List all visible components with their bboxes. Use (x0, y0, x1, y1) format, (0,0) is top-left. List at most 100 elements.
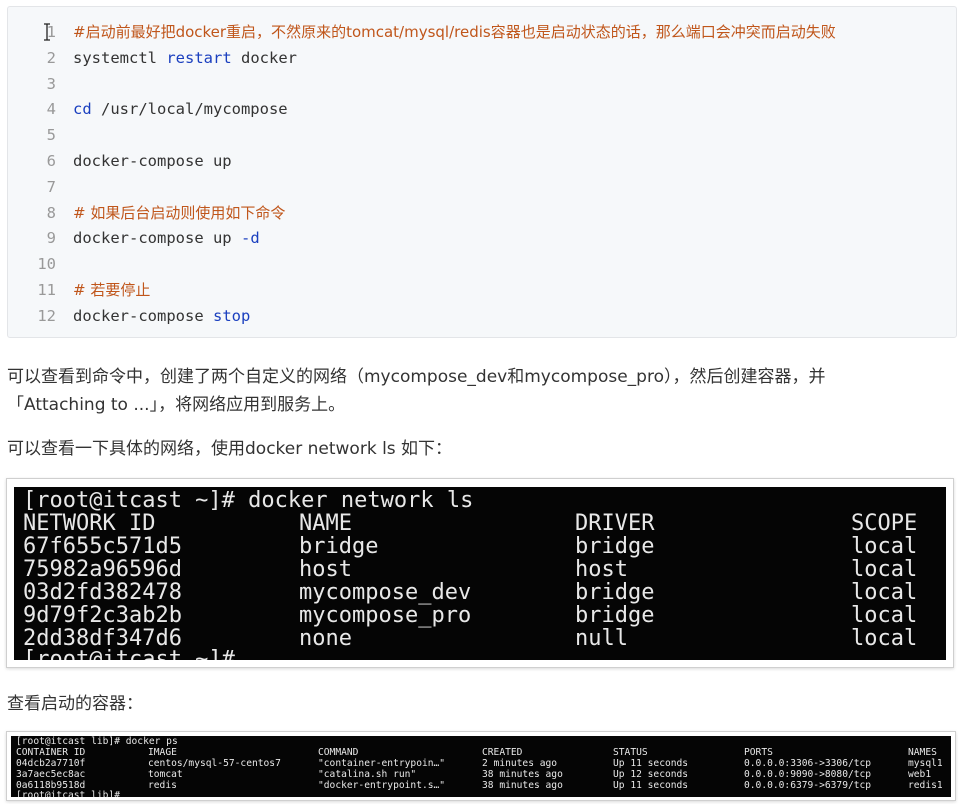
line-number: 3 (46, 74, 56, 93)
table-cell: local (851, 534, 918, 559)
code-plain: docker-compose (73, 306, 213, 325)
line-number: 8 (46, 203, 56, 222)
code-line: 4 cd /usr/local/mycompose (8, 96, 956, 122)
table-cell: local (851, 557, 918, 582)
terminal-prompt: [root@itcast ~]# docker network ls (23, 488, 474, 513)
table-cell: 0.0.0.0:3306->3306/tcp (744, 758, 872, 769)
column-header: COMMAND (318, 747, 359, 758)
table-cell: 3a7aec5ec8ac (16, 769, 86, 780)
table-row: 3a7aec5ec8ac tomcat "catalina.sh run" 38 mi… (16, 769, 951, 780)
table-cell: 0.0.0.0:6379->6379/tcp (744, 780, 872, 791)
terminal-header-row: NETWORK ID NAME DRIVER SCOPE (23, 512, 943, 535)
paragraph-network-ls-intro: 可以查看一下具体的网络，使用docker network ls 如下： (7, 439, 453, 459)
table-cell: 75982a96596d (23, 557, 182, 582)
code-text: systemctl restart docker (73, 45, 297, 71)
code-line: 9 docker-compose up -d (8, 225, 956, 251)
column-header: NAMES (908, 747, 937, 758)
line-number: 5 (46, 126, 56, 145)
table-cell: Up 11 seconds (613, 758, 689, 769)
line-number: 6 (46, 152, 56, 170)
line-number: 4 (46, 100, 56, 119)
code-plain: docker (231, 48, 297, 67)
column-header: CREATED (482, 747, 523, 758)
table-cell: 2 minutes ago (482, 758, 558, 769)
table-cell: local (851, 580, 918, 605)
table-cell: Up 12 seconds (613, 769, 689, 780)
code-text: docker-compose stop (73, 303, 250, 329)
docker-ps-terminal: [root@itcast lib]# docker ps CONTAINER ID… (11, 736, 951, 797)
column-header: NAME (299, 511, 352, 536)
table-cell: none (299, 626, 352, 651)
table-row: 0a6118b9518d redis "docker-entrypoint.s…" 3… (16, 780, 951, 791)
code-line: 11 # 若要停止 (8, 277, 956, 303)
table-cell: local (851, 626, 918, 651)
code-comment: #启动前最好把docker重启，不然原来的tomcat/mysql/redis容… (73, 23, 836, 41)
line-number: 7 (46, 177, 56, 196)
table-cell: host (575, 557, 628, 582)
line-number: 2 (46, 48, 56, 67)
table-cell: host (299, 557, 352, 582)
column-header: NETWORK ID (23, 511, 156, 536)
code-line: 3 (8, 71, 956, 97)
table-cell: tomcat (148, 769, 183, 780)
table-cell: 0.0.0.0:9090->8080/tcp (744, 769, 872, 780)
code-plain: systemctl (73, 48, 167, 67)
code-plain: /usr/local/mycompose (91, 100, 288, 119)
table-cell: bridge (575, 534, 655, 559)
column-header: SCOPE (851, 511, 918, 536)
table-cell: 04dcb2a7710f (16, 758, 86, 769)
column-header: DRIVER (575, 511, 655, 536)
table-cell: redis1 (908, 780, 943, 791)
table-cell: null (575, 626, 628, 651)
column-header: CONTAINER ID (16, 747, 86, 758)
code-text: #启动前最好把docker重启，不然原来的tomcat/mysql/redis容… (73, 19, 836, 45)
column-header: STATUS (613, 747, 648, 758)
table-cell: "container-entrypoin…" (318, 758, 446, 769)
code-text: docker-compose up -d (73, 225, 260, 251)
code-line: 10 (8, 251, 956, 277)
table-cell: bridge (299, 534, 379, 559)
paragraph-networks-line-1: 可以查看到命令中，创建了两个自定义的网络（mycompose_dev和mycom… (7, 367, 826, 387)
table-cell: bridge (575, 603, 655, 628)
code-block: 1 #启动前最好把docker重启，不然原来的tomcat/mysql/redis… (7, 6, 957, 338)
code-line: 1 #启动前最好把docker重启，不然原来的tomcat/mysql/redis… (8, 19, 956, 45)
line-number: 10 (37, 255, 56, 274)
terminal-prompt: [root@itcast ~]# (23, 647, 235, 660)
table-row: 03d2fd382478 mycompose_dev bridge local (23, 581, 943, 604)
docker-ps-screenshot: [root@itcast lib]# docker ps CONTAINER ID… (6, 731, 956, 801)
table-cell: 67f655c571d5 (23, 534, 182, 559)
table-cell: 38 minutes ago (482, 780, 563, 791)
code-line: 2 systemctl restart docker (8, 45, 956, 71)
table-cell: "docker-entrypoint.s…" (318, 780, 446, 791)
code-keyword: restart (166, 48, 232, 67)
table-cell: 9d79f2c3ab2b (23, 603, 182, 628)
code-line: 8 # 如果后台启动则使用如下命令 (8, 200, 956, 226)
code-text: cd /usr/local/mycompose (73, 96, 288, 122)
code-line: 7 (8, 174, 956, 200)
table-cell: centos/mysql-57-centos7 (148, 758, 281, 769)
code-plain: docker-compose up (73, 152, 232, 170)
table-row: 04dcb2a7710f centos/mysql-57-centos7 "cont… (16, 758, 951, 769)
code-line: 6 docker-compose up (8, 148, 956, 174)
code-text: docker-compose up (73, 148, 232, 174)
code-keyword: -d (240, 229, 260, 248)
code-plain: docker-compose up (73, 229, 241, 248)
line-number: 12 (37, 306, 56, 325)
table-cell: "catalina.sh run" (318, 769, 417, 780)
paragraph-networks-line-2: 「Attaching to ...」，将网络应用到服务上。 (7, 395, 346, 415)
table-cell: 03d2fd382478 (23, 580, 182, 605)
code-line: 5 (8, 122, 956, 148)
code-keyword: stop (212, 306, 251, 325)
line-number: 9 (46, 229, 56, 248)
code-comment: # 如果后台启动则使用如下命令 (73, 203, 286, 222)
table-cell: local (851, 603, 918, 628)
column-header: PORTS (744, 747, 773, 758)
table-row: 9d79f2c3ab2b mycompose_pro bridge local (23, 604, 943, 627)
table-cell: web1 (908, 769, 932, 780)
code-text: # 若要停止 (73, 277, 150, 303)
network-ls-terminal: [root@itcast ~]# docker network ls NETWOR… (14, 487, 946, 660)
code-text: # 如果后台启动则使用如下命令 (73, 200, 285, 226)
table-cell: bridge (575, 580, 655, 605)
column-header: IMAGE (148, 747, 177, 758)
code-comment: # 若要停止 (73, 281, 151, 299)
